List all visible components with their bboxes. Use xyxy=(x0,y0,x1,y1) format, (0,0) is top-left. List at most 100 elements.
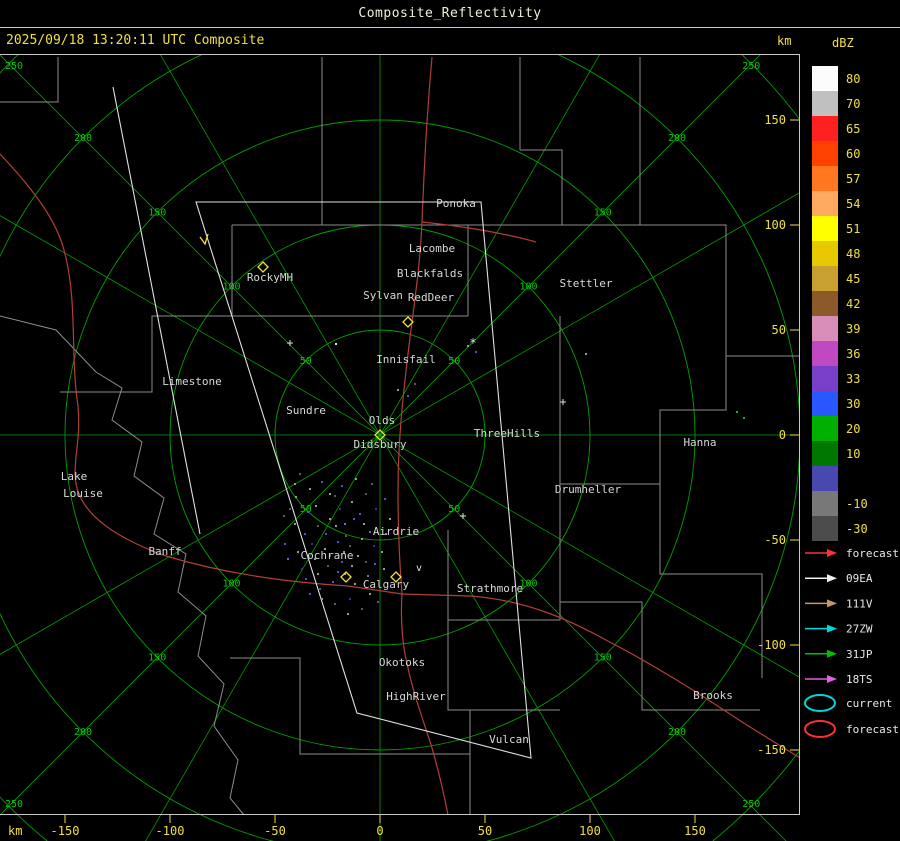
scan-sector-outline xyxy=(195,201,532,759)
county-boundary xyxy=(519,57,563,225)
dbz-scale-value: 48 xyxy=(846,247,860,261)
county-boundary xyxy=(0,315,97,373)
county-boundary xyxy=(230,657,301,662)
range-ring-label: 250 xyxy=(5,61,23,72)
county-boundary xyxy=(659,484,763,678)
radar-echo xyxy=(294,483,296,485)
city-label: Lake xyxy=(61,470,88,483)
scale-unit-label: dBZ xyxy=(832,36,854,50)
x-axis-label: -100 xyxy=(156,824,185,838)
radar-echo xyxy=(363,523,365,525)
range-ring-label: 150 xyxy=(594,653,612,664)
dbz-scale-value: 65 xyxy=(846,122,860,136)
radar-echo xyxy=(381,551,383,553)
x-axis-label: 150 xyxy=(684,824,706,838)
radar-echo xyxy=(585,353,587,355)
radar-echo xyxy=(319,588,321,590)
city-label: Didsbury xyxy=(354,438,407,451)
radar-echo xyxy=(736,411,738,413)
dbz-scale-value: 20 xyxy=(846,422,860,436)
radar-echo xyxy=(351,501,353,503)
radar-echo xyxy=(351,565,353,567)
radar-echo xyxy=(287,558,289,560)
radar-echo xyxy=(325,533,327,535)
legend-label: 31JP xyxy=(846,648,873,661)
city-label: Innisfail xyxy=(376,353,436,366)
dbz-scale-value: 42 xyxy=(846,297,860,311)
radar-echo xyxy=(347,613,349,615)
station-dot-icon xyxy=(335,343,337,345)
radar-echo xyxy=(367,575,369,577)
city-label: HighRiver xyxy=(386,690,446,703)
legend-ellipse-icon xyxy=(804,720,836,738)
highway-line xyxy=(0,153,403,595)
highway-line xyxy=(401,593,800,759)
y-axis-label: -50 xyxy=(764,533,786,547)
city-label: Hanna xyxy=(683,436,716,449)
dbz-scale-value: 36 xyxy=(846,347,860,361)
city-label: ThreeHills xyxy=(474,427,540,440)
scan-sector-outline xyxy=(112,86,201,535)
range-ring-label: 150 xyxy=(594,207,612,218)
radar-echo xyxy=(304,533,306,535)
legend-label: 27ZW xyxy=(846,623,873,636)
legend-label: 09EA xyxy=(846,572,873,585)
dbz-scale-block xyxy=(812,91,838,116)
radar-echo xyxy=(371,483,373,485)
station-plus-icon xyxy=(460,513,466,519)
radar-echo xyxy=(335,525,337,527)
y-axis-label: 100 xyxy=(764,218,786,232)
legend-label: 18TS xyxy=(846,673,873,686)
radar-echo xyxy=(414,383,416,385)
legend-label: 111V xyxy=(846,597,873,610)
range-ring-label: 150 xyxy=(148,207,166,218)
radar-echo xyxy=(289,508,291,510)
x-axis-label: -50 xyxy=(264,824,286,838)
range-ring-label: 50 xyxy=(300,356,312,367)
radar-echo xyxy=(297,551,299,553)
range-ring-label: 250 xyxy=(742,799,760,810)
dbz-scale-block xyxy=(812,516,838,541)
radar-echo xyxy=(375,508,377,510)
city-label: Lacombe xyxy=(409,242,455,255)
radar-map[interactable]: km 50 100 150 200 250 50 100 150 200 250 50 100 150 2… xyxy=(0,54,800,841)
range-ring-label: 250 xyxy=(742,61,760,72)
x-axis-label: 100 xyxy=(579,824,601,838)
radar-echo xyxy=(357,555,359,557)
dbz-scale-block xyxy=(812,316,838,341)
range-ring-label: 200 xyxy=(668,133,686,144)
range-ring-label: 200 xyxy=(668,727,686,738)
dbz-scale-block xyxy=(812,116,838,141)
radar-echo xyxy=(294,523,296,525)
legend-arrowhead-icon xyxy=(827,599,837,608)
x-axis-label: 50 xyxy=(478,824,492,838)
range-ring-label: 100 xyxy=(222,578,240,589)
county-boundary xyxy=(447,484,561,621)
range-ring-label: 150 xyxy=(148,653,166,664)
dbz-scale-value: 30 xyxy=(846,397,860,411)
city-label: Calgary xyxy=(363,578,410,591)
radar-echo xyxy=(361,538,363,540)
station-plus-icon xyxy=(560,399,566,405)
y-axis-label: 0 xyxy=(779,428,786,442)
radar-echo xyxy=(389,518,391,520)
dbz-scale-value: 10 xyxy=(846,447,860,461)
timestamp-label: 2025/09/18 13:20:11 UTC Composite xyxy=(6,33,265,48)
radar-app-window: Composite_Reflectivity 2025/09/18 13:20:… xyxy=(0,0,900,841)
radar-echo xyxy=(383,568,385,570)
radar-echo xyxy=(315,505,317,507)
radar-echo xyxy=(373,545,375,547)
legend-arrowhead-icon xyxy=(827,649,837,658)
radar-echo xyxy=(365,561,367,563)
radar-echo xyxy=(369,531,371,533)
dbz-scale-value: 51 xyxy=(846,222,860,236)
dbz-scale-value: 80 xyxy=(846,72,860,86)
range-ring-label: 100 xyxy=(519,282,537,293)
radar-echo xyxy=(369,593,371,595)
radar-echo xyxy=(329,518,331,520)
dbz-scale-block xyxy=(812,191,838,216)
radar-echo xyxy=(349,598,351,600)
radar-echo xyxy=(332,581,334,583)
radar-echo xyxy=(299,473,301,475)
status-bar: 2025/09/18 13:20:11 UTC Composite km dBZ xyxy=(0,28,900,54)
